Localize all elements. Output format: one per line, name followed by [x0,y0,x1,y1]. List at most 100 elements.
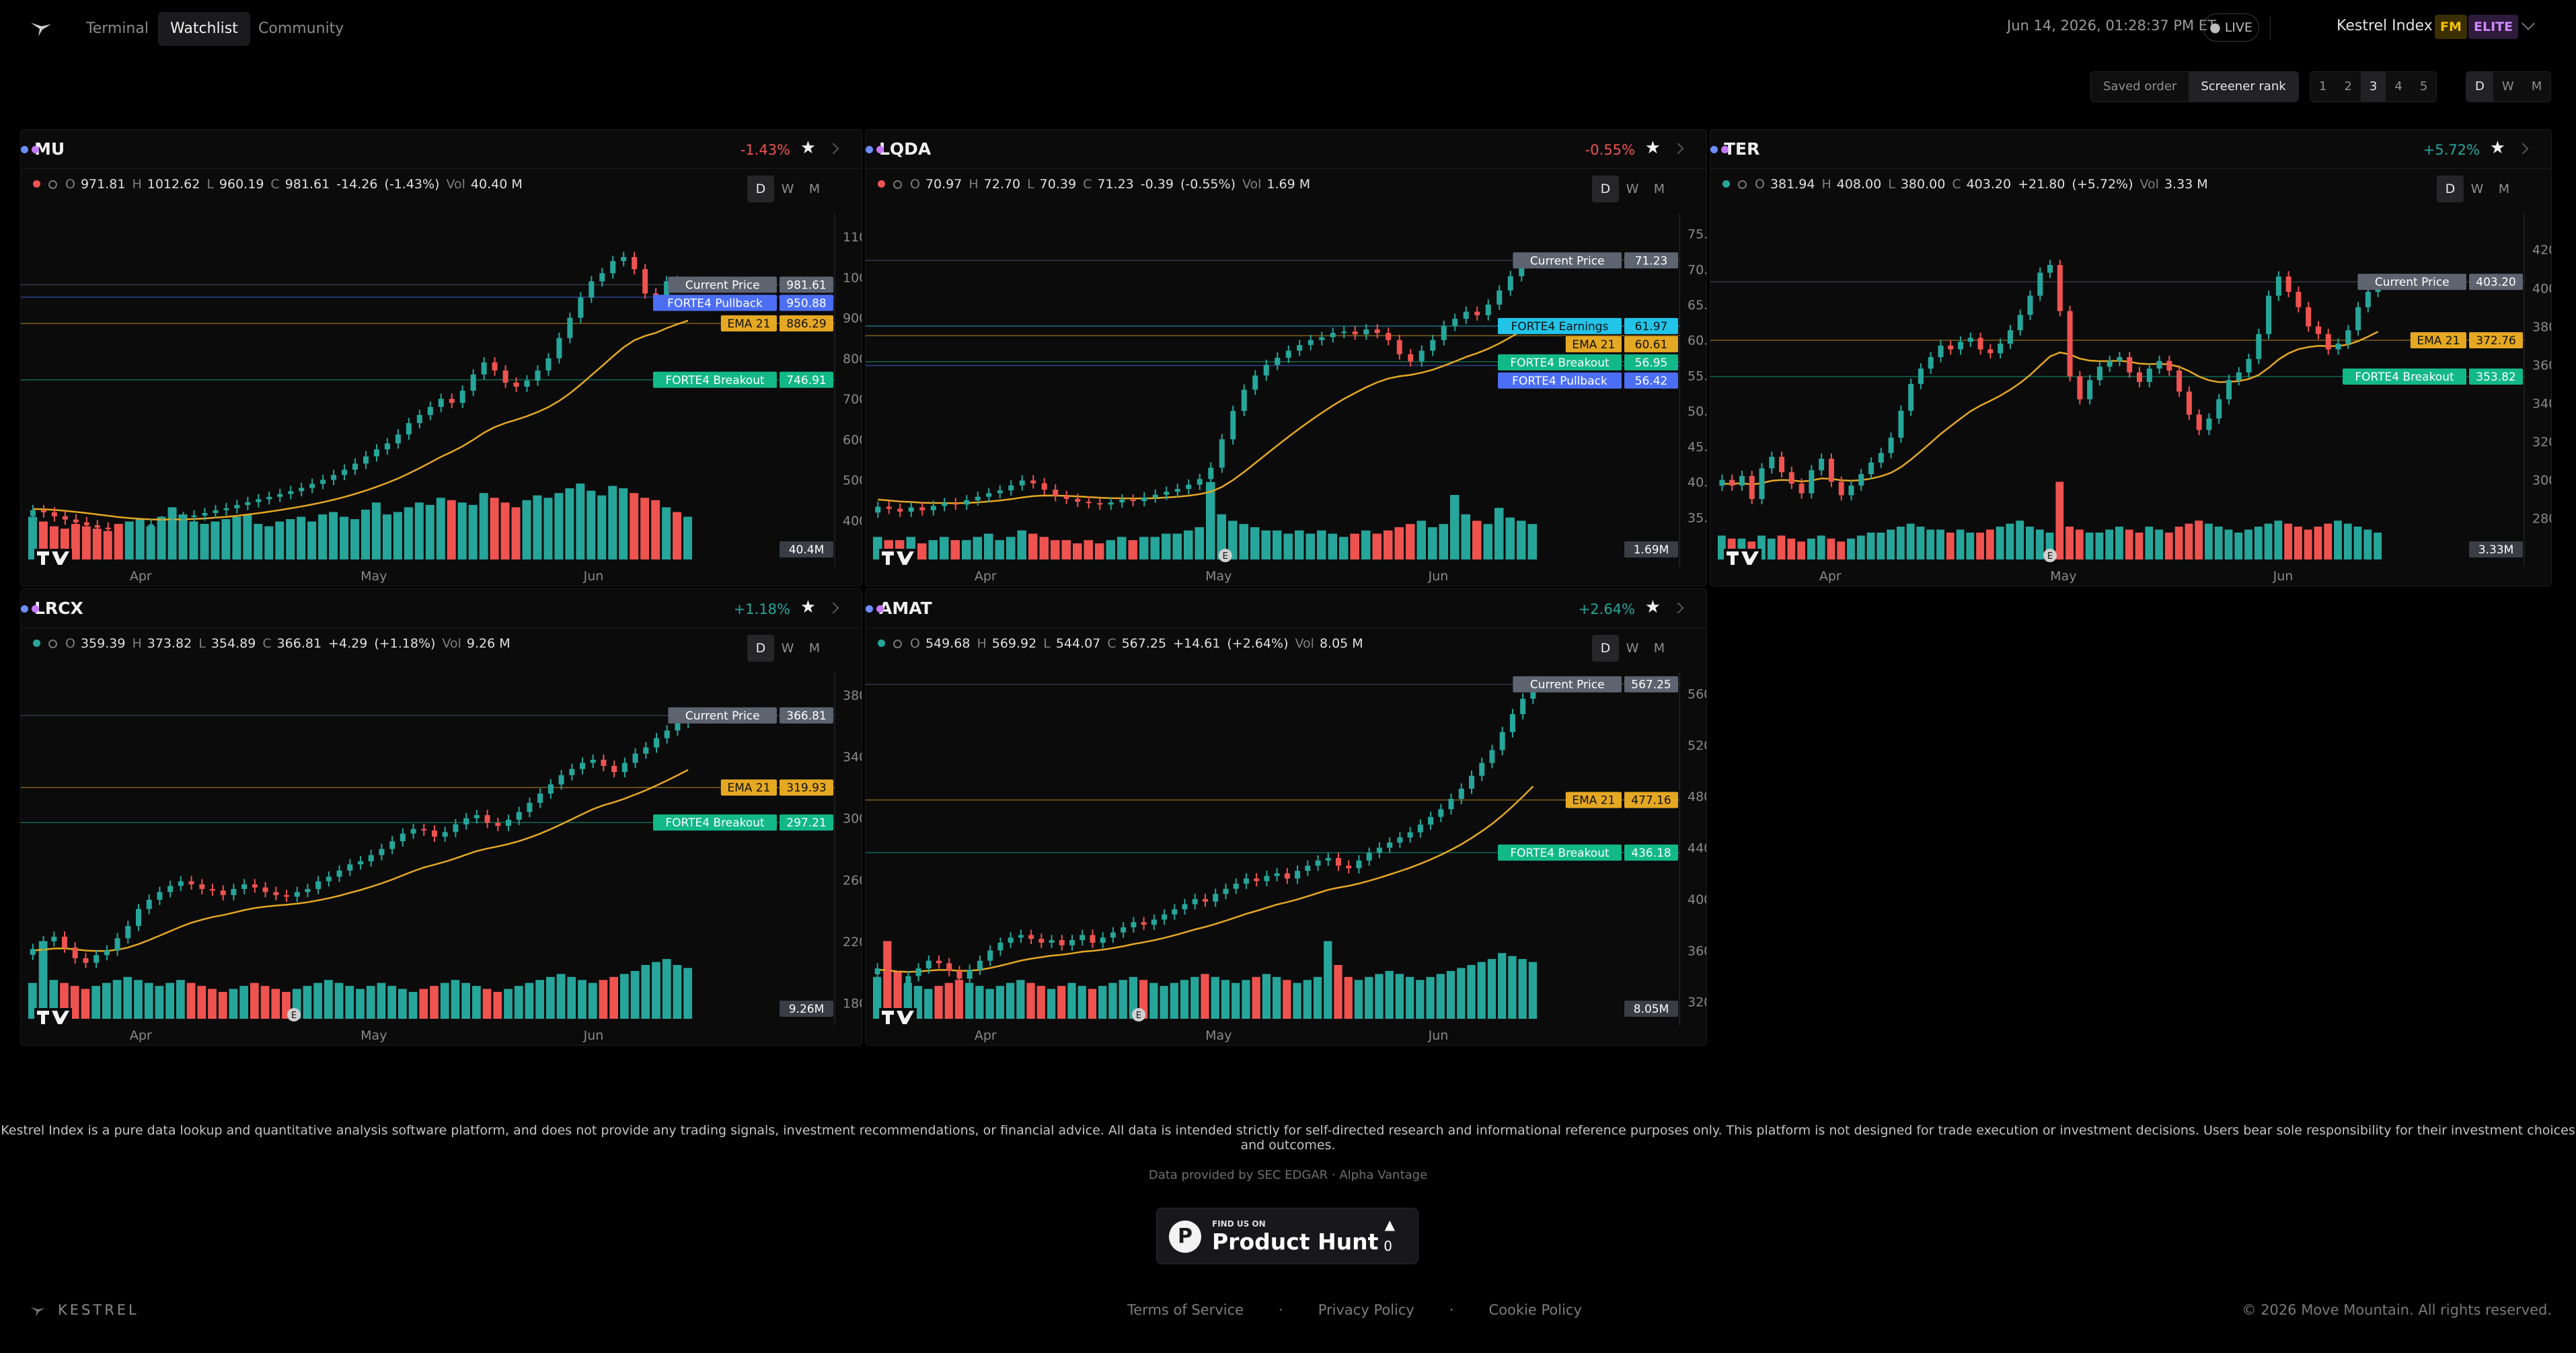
timeframe-m-button[interactable]: M [801,635,828,662]
trend-dot [33,180,40,188]
timeframe-d-button[interactable]: D [1592,635,1619,662]
volume-bar [504,989,513,1019]
columns-4-button[interactable]: 4 [2386,72,2411,102]
earnings-marker-icon[interactable]: E [1132,1008,1145,1021]
columns-1-button[interactable]: 1 [2310,72,2336,102]
volume-bar [1295,530,1304,559]
candle [547,779,554,799]
timeframe-d-button[interactable]: D [2437,176,2464,202]
volume-bar [1119,980,1127,1019]
volume-bar [408,992,418,1019]
product-hunt-badge[interactable]: P FIND US ON Product Hunt ▲ 0 [1156,1208,1418,1264]
volume-bar [1508,956,1517,1019]
product-hunt-logo-icon: P [1169,1221,1201,1253]
nav-tab-terminal[interactable]: Terminal [74,12,161,46]
kestrel-logo-icon[interactable] [30,17,52,40]
privacy-link[interactable]: Privacy Policy [1318,1302,1414,1318]
global-timeframe-m-button[interactable]: M [2522,72,2551,102]
chart-panel-ter[interactable]: TER +5.72% ★ O 381.94 H 408.00 L 380.00 C 403.2… [1710,129,2552,586]
chevron-right-icon[interactable] [1672,602,1684,614]
candle [262,882,268,898]
favorite-star-icon[interactable]: ★ [1645,597,1661,617]
columns-5-button[interactable]: 5 [2411,72,2437,102]
earnings-marker-icon[interactable]: E [287,1008,301,1021]
ticker-symbol[interactable]: LQDA [879,139,931,159]
volume-bar [1036,986,1045,1019]
favorite-star-icon[interactable]: ★ [2490,138,2505,158]
timeframe-w-button[interactable]: W [2464,176,2491,202]
timeframe-d-button[interactable]: D [747,635,774,662]
favorite-star-icon[interactable]: ★ [800,138,816,158]
earnings-marker-icon[interactable]: E [2043,549,2057,562]
timeframe-m-button[interactable]: M [1646,176,1673,202]
timeframe-m-button[interactable]: M [1646,635,1673,662]
global-timeframe-w-button[interactable]: W [2493,72,2523,102]
columns-3-button[interactable]: 3 [2360,72,2386,102]
candle [1243,873,1249,889]
nav-tab-community[interactable]: Community [246,12,356,46]
terms-link[interactable]: Terms of Service [1127,1302,1244,1318]
brand-name[interactable]: Kestrel Index [2337,17,2433,34]
favorite-star-icon[interactable]: ★ [1645,138,1661,158]
timeframe-w-button[interactable]: W [774,635,801,662]
account-chevron-down-icon[interactable] [2522,17,2535,30]
candle [288,486,294,500]
nav-tab-watchlist[interactable]: Watchlist [158,12,250,46]
y-tick-label: 900.00 [843,311,862,326]
chevron-right-icon[interactable] [1672,143,1684,155]
columns-2-button[interactable]: 2 [2335,72,2361,102]
candle [535,365,541,386]
timeframe-d-button[interactable]: D [1592,176,1619,202]
candle [936,955,942,969]
cookie-link[interactable]: Cookie Policy [1489,1302,1582,1318]
panel-timeframe: D W M [2437,176,2517,202]
y-tick-label: 380.00 [843,689,862,703]
chevron-right-icon[interactable] [827,143,839,155]
low-key: L [1888,177,1895,192]
price-chart[interactable]: 380.00 340.00 300.00 260.00 220.00 180.00 Apr M… [21,672,862,1046]
timeframe-w-button[interactable]: W [1619,176,1646,202]
y-tick-label: 440.00 [1688,841,1707,856]
svg-text:E: E [1136,1011,1141,1021]
level-name: FORTE4 Breakout [2355,371,2454,384]
chart-panel-lrcx[interactable]: LRCX +1.18% ★ O 359.39 H 373.82 L 354.89 C 366.… [20,588,862,1046]
screener-rank-button[interactable]: Screener rank [2189,72,2298,102]
earnings-marker-icon[interactable]: E [1218,549,1232,562]
volume-bar [189,521,198,559]
low-value: 380.00 [1900,177,1946,192]
level-value: 746.91 [786,374,826,387]
global-timeframe-d-button[interactable]: D [2466,72,2493,102]
candle [875,501,881,518]
candle [621,252,627,267]
price-chart[interactable]: 560.00 520.00 480.00 440.00 400.00 360.00 320.… [866,672,1707,1046]
candle [1408,348,1414,367]
chart-panel-mu[interactable]: MU -1.43% ★ O 971.81 H 1012.62 L 960.19 C 981.6… [20,129,862,586]
favorite-star-icon[interactable]: ★ [800,597,816,617]
timeframe-m-button[interactable]: M [2491,176,2517,202]
volume-bar [1344,976,1353,1019]
volume-bar [1350,533,1359,559]
volume-bar [1518,959,1527,1019]
ticker-symbol[interactable]: TER [1724,139,1759,159]
price-chart[interactable]: 1100.00 1000.00 900.00 800.00 700.00 600.00 50… [21,213,862,586]
chevron-right-icon[interactable] [827,602,839,614]
candle [975,491,981,506]
price-chart[interactable]: 75.00 70.00 65.00 60.00 55.00 50.00 45.00 40.00… [866,213,1707,586]
volume-bar [1305,533,1315,559]
candle [1162,909,1168,925]
chevron-right-icon[interactable] [2517,143,2529,155]
timeframe-m-button[interactable]: M [801,176,828,202]
saved-order-button[interactable]: Saved order [2091,72,2189,102]
chart-panel-lqda[interactable]: LQDA -0.55% ★ O 70.97 H 72.70 L 70.39 C 71.23 -0… [865,129,1707,586]
volume-bar [1827,538,1835,559]
ticker-symbol[interactable]: AMAT [879,598,932,618]
ticker-symbol[interactable]: LRCX [34,598,83,618]
timeframe-d-button[interactable]: D [747,176,774,202]
price-chart[interactable]: 420.00 400.00 380.00 360.00 340.00 320.00 300.… [1710,213,2552,586]
volume-bar [2125,529,2133,559]
timeframe-w-button[interactable]: W [774,176,801,202]
chart-panel-amat[interactable]: AMAT +2.64% ★ O 549.68 H 569.92 L 544.07 C 567.… [865,588,1707,1046]
timeframe-w-button[interactable]: W [1619,635,1646,662]
candle [223,502,229,516]
volume-bar [303,986,312,1019]
